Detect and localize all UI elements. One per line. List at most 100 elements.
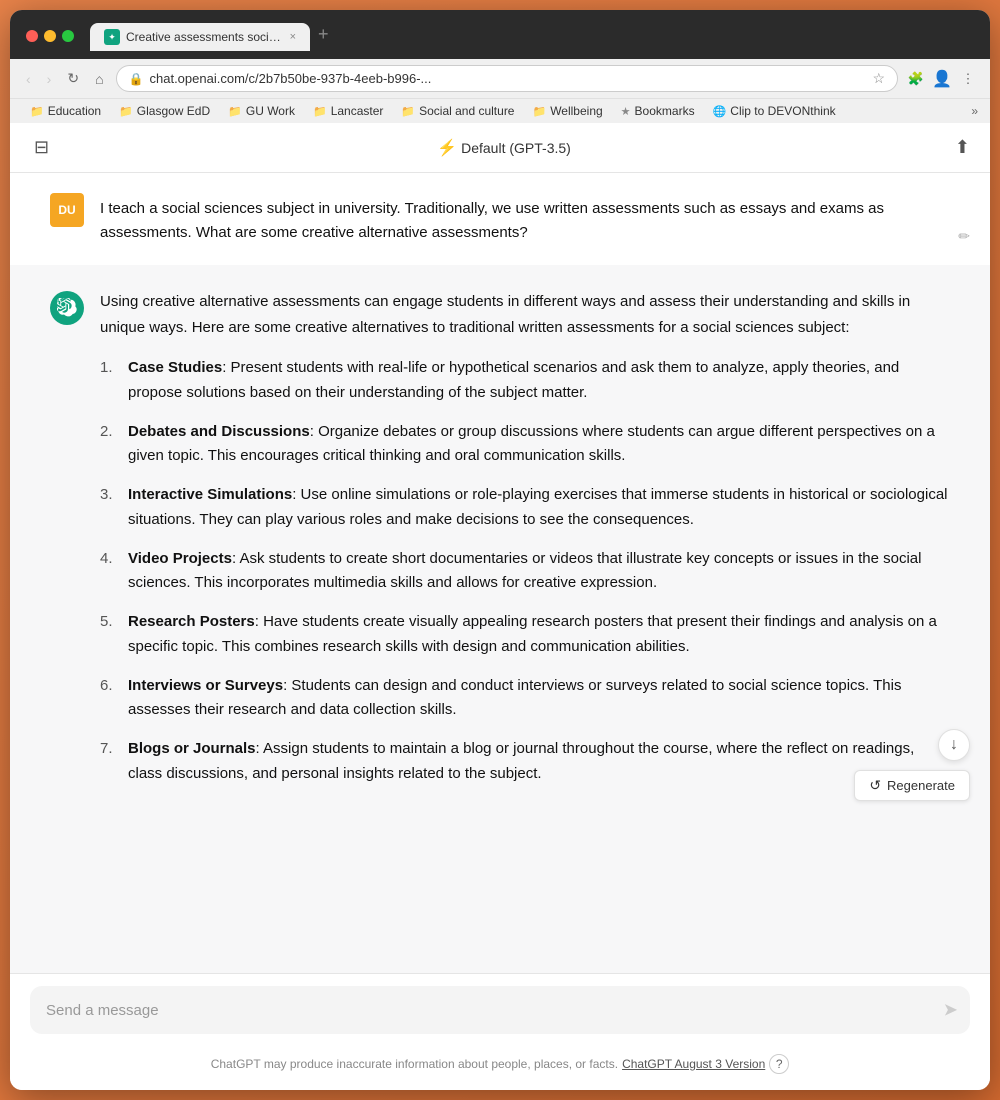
list-content: Video Projects: Ask students to create s… — [128, 547, 950, 597]
forward-button[interactable]: › — [43, 69, 56, 89]
regenerate-label: Regenerate — [887, 778, 955, 793]
list-item: 6. Interviews or Surveys: Students can d… — [100, 674, 950, 724]
chat-toolbar: ⊟ ⚡ Default (GPT-3.5) ⬆ — [10, 123, 990, 173]
ai-response-list: 1. Case Studies: Present students with r… — [100, 356, 950, 787]
folder-icon: 📁 — [119, 105, 133, 118]
list-title: Interactive Simulations — [128, 486, 292, 503]
share-button[interactable]: ⬆ — [955, 137, 970, 158]
list-title: Blogs or Journals — [128, 740, 256, 757]
lock-icon: 🔒 — [129, 72, 144, 86]
list-item: 1. Case Studies: Present students with r… — [100, 356, 950, 406]
folder-icon: 📁 — [313, 105, 327, 118]
tab-favicon: ✦ — [104, 29, 120, 45]
tabs-row: ✦ Creative assessments social s... × + — [90, 20, 974, 51]
openai-logo-icon — [57, 298, 77, 318]
new-tab-button[interactable]: + — [310, 20, 337, 49]
toolbar-left: ⊟ — [30, 133, 53, 162]
address-text: chat.openai.com/c/2b7b50be-937b-4eeb-b99… — [150, 71, 867, 86]
bookmark-social[interactable]: 📁 Social and culture — [393, 102, 522, 120]
nav-bar: ‹ › ↻ ⌂ 🔒 chat.openai.com/c/2b7b50be-937… — [10, 59, 990, 98]
user-message-text: I teach a social sciences subject in uni… — [100, 193, 950, 245]
address-bar[interactable]: 🔒 chat.openai.com/c/2b7b50be-937b-4eeb-b… — [116, 65, 898, 92]
list-item: 7. Blogs or Journals: Assign students to… — [100, 737, 950, 787]
bookmark-education[interactable]: 📁 Education — [22, 102, 109, 120]
bookmark-label: Clip to DEVONthink — [730, 104, 835, 118]
bookmark-bookmarks[interactable]: ★ Bookmarks — [613, 102, 703, 120]
ai-message: Using creative alternative assessments c… — [10, 265, 990, 821]
folder-icon: 📁 — [401, 105, 415, 118]
bookmark-label: Lancaster — [331, 104, 384, 118]
star-icon: ★ — [621, 105, 631, 118]
bookmarks-more-button[interactable]: » — [971, 104, 978, 118]
globe-icon: 🌐 — [713, 105, 727, 118]
input-area: Send a message ➤ — [10, 973, 990, 1046]
list-content: Interviews or Surveys: Students can desi… — [128, 674, 950, 724]
list-content: Case Studies: Present students with real… — [128, 356, 950, 406]
minimize-traffic-light[interactable] — [44, 30, 56, 42]
message-input-box[interactable]: Send a message ➤ — [30, 986, 970, 1034]
list-number: 2. — [100, 420, 120, 470]
help-button[interactable]: ? — [769, 1054, 789, 1074]
list-item: 3. Interactive Simulations: Use online s… — [100, 483, 950, 533]
send-button[interactable]: ➤ — [943, 1000, 958, 1021]
profile-icon[interactable]: 👤 — [932, 69, 952, 89]
nav-icons: 🧩 👤 ⋮ — [906, 69, 978, 89]
disclaimer-text: ChatGPT may produce inaccurate informati… — [211, 1057, 618, 1071]
regenerate-button[interactable]: ↺ Regenerate — [854, 770, 970, 801]
bookmark-label: Social and culture — [419, 104, 514, 118]
list-content: Debates and Discussions: Organize debate… — [128, 420, 950, 470]
list-item: 5. Research Posters: Have students creat… — [100, 610, 950, 660]
reload-button[interactable]: ↻ — [63, 68, 83, 89]
home-button[interactable]: ⌂ — [91, 69, 107, 89]
active-tab[interactable]: ✦ Creative assessments social s... × — [90, 23, 310, 51]
list-content: Interactive Simulations: Use online simu… — [128, 483, 950, 533]
tab-title: Creative assessments social s... — [126, 30, 284, 44]
bookmark-label: Bookmarks — [635, 104, 695, 118]
version-link[interactable]: ChatGPT August 3 Version — [622, 1057, 765, 1071]
chat-area: DU I teach a social sciences subject in … — [10, 173, 990, 973]
model-selector[interactable]: ⚡ Default (GPT-3.5) — [437, 138, 571, 158]
bookmark-devonthink[interactable]: 🌐 Clip to DEVONthink — [705, 102, 844, 120]
bookmark-star-icon[interactable]: ☆ — [872, 70, 885, 87]
list-number: 7. — [100, 737, 120, 787]
list-item: 2. Debates and Discussions: Organize deb… — [100, 420, 950, 470]
bookmark-glasgowedb[interactable]: 📁 Glasgow EdD — [111, 102, 218, 120]
bookmark-guwork[interactable]: 📁 GU Work — [220, 102, 303, 120]
title-bar: ✦ Creative assessments social s... × + — [10, 10, 990, 59]
footer: ChatGPT may produce inaccurate informati… — [10, 1046, 990, 1090]
list-title: Debates and Discussions — [128, 423, 310, 440]
extensions-icon[interactable]: 🧩 — [906, 69, 926, 89]
sidebar-toggle-button[interactable]: ⊟ — [30, 133, 53, 162]
user-avatar: DU — [50, 193, 84, 227]
user-message: DU I teach a social sciences subject in … — [10, 173, 990, 265]
folder-icon: 📁 — [532, 105, 546, 118]
list-content: Research Posters: Have students create v… — [128, 610, 950, 660]
folder-icon: 📁 — [228, 105, 242, 118]
flash-icon: ⚡ — [437, 138, 457, 158]
list-number: 3. — [100, 483, 120, 533]
list-number: 5. — [100, 610, 120, 660]
model-name: Default (GPT-3.5) — [461, 140, 571, 156]
message-placeholder: Send a message — [46, 1002, 920, 1019]
scroll-down-button[interactable]: ↓ — [938, 729, 970, 761]
edit-message-icon[interactable]: ✏ — [958, 228, 970, 245]
ai-intro-text: Using creative alternative assessments c… — [100, 289, 950, 340]
regenerate-icon: ↺ — [869, 777, 881, 794]
list-title: Research Posters — [128, 613, 255, 630]
list-number: 6. — [100, 674, 120, 724]
back-button[interactable]: ‹ — [22, 69, 35, 89]
list-item: 4. Video Projects: Ask students to creat… — [100, 547, 950, 597]
bookmark-wellbeing[interactable]: 📁 Wellbeing — [524, 102, 610, 120]
bookmark-label: Wellbeing — [550, 104, 602, 118]
more-options-icon[interactable]: ⋮ — [958, 69, 978, 89]
list-title: Video Projects — [128, 550, 232, 567]
fullscreen-traffic-light[interactable] — [62, 30, 74, 42]
close-traffic-light[interactable] — [26, 30, 38, 42]
ai-message-content: Using creative alternative assessments c… — [100, 289, 950, 801]
folder-icon: 📁 — [30, 105, 44, 118]
browser-window: ✦ Creative assessments social s... × + ‹… — [10, 10, 990, 1090]
bookmarks-bar: 📁 Education 📁 Glasgow EdD 📁 GU Work 📁 La… — [10, 98, 990, 123]
bookmark-lancaster[interactable]: 📁 Lancaster — [305, 102, 391, 120]
list-number: 1. — [100, 356, 120, 406]
tab-close-button[interactable]: × — [290, 31, 296, 43]
